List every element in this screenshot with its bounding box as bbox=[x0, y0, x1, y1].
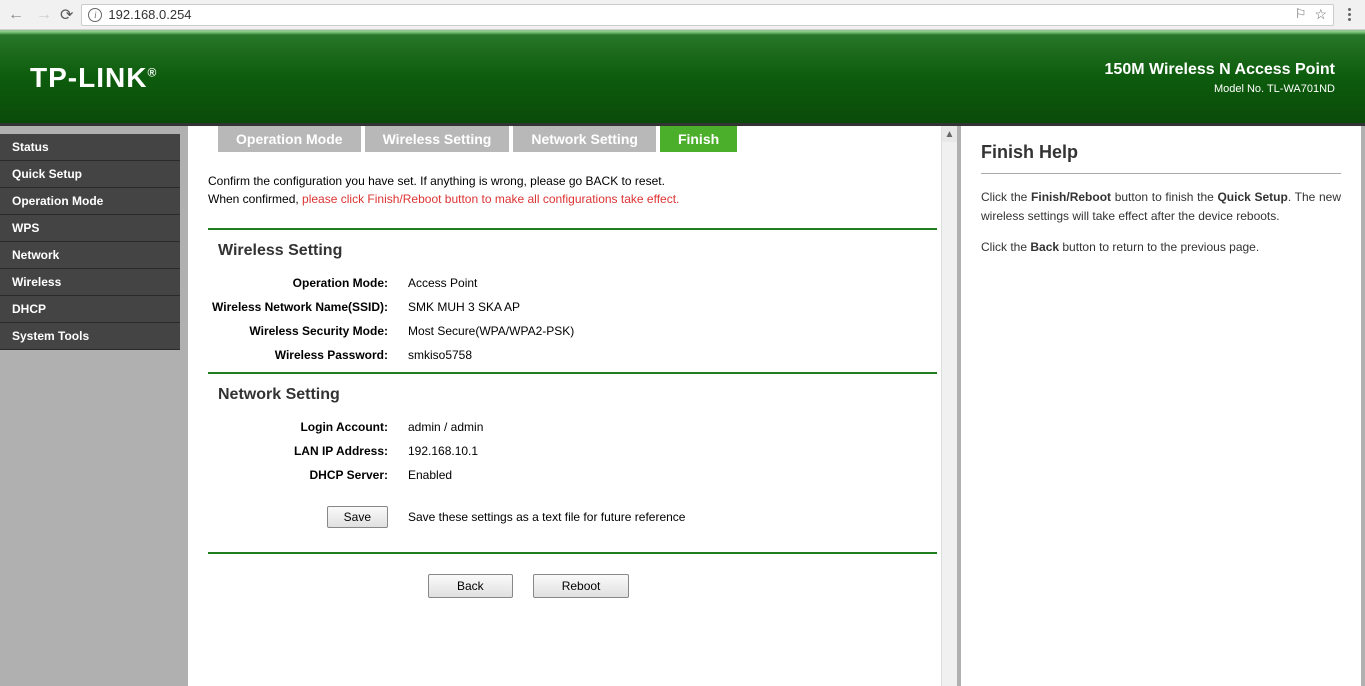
value-ssid: SMK MUH 3 SKA AP bbox=[408, 300, 937, 314]
save-description: Save these settings as a text file for f… bbox=[408, 510, 685, 524]
help-panel: Finish Help Click the Finish/Reboot butt… bbox=[961, 126, 1361, 686]
sidebar-item-system-tools[interactable]: System Tools bbox=[0, 323, 180, 350]
scrollbar[interactable]: ▲ bbox=[941, 126, 957, 686]
label-ssid: Wireless Network Name(SSID): bbox=[208, 300, 408, 314]
value-wireless-password: smkiso5758 bbox=[408, 348, 937, 362]
reload-icon[interactable]: ⟳ bbox=[60, 5, 73, 25]
wizard-tabs: Operation Mode Wireless Setting Network … bbox=[218, 126, 937, 152]
info-icon[interactable]: i bbox=[88, 8, 102, 22]
tab-operation-mode[interactable]: Operation Mode bbox=[218, 126, 361, 152]
sidebar-item-operation-mode[interactable]: Operation Mode bbox=[0, 188, 180, 215]
sidebar-item-quick-setup[interactable]: Quick Setup bbox=[0, 161, 180, 188]
network-section-title: Network Setting bbox=[218, 386, 937, 404]
product-name: 150M Wireless N Access Point bbox=[1105, 61, 1335, 79]
sidebar-item-dhcp[interactable]: DHCP bbox=[0, 296, 180, 323]
divider bbox=[208, 552, 937, 554]
save-button[interactable]: Save bbox=[327, 506, 388, 528]
label-dhcp-server: DHCP Server: bbox=[208, 468, 408, 482]
tab-network-setting[interactable]: Network Setting bbox=[513, 126, 656, 152]
value-login-account: admin / admin bbox=[408, 420, 937, 434]
wireless-section-title: Wireless Setting bbox=[218, 242, 937, 260]
label-login-account: Login Account: bbox=[208, 420, 408, 434]
reboot-button[interactable]: Reboot bbox=[533, 574, 630, 598]
menu-dots-icon[interactable] bbox=[1342, 8, 1357, 21]
scroll-up-icon[interactable]: ▲ bbox=[942, 126, 957, 142]
value-operation-mode: Access Point bbox=[408, 276, 937, 290]
value-lan-ip: 192.168.10.1 bbox=[408, 444, 937, 458]
intro-line1: Confirm the configuration you have set. … bbox=[208, 172, 937, 190]
label-wireless-password: Wireless Password: bbox=[208, 348, 408, 362]
sidebar: Status Quick Setup Operation Mode WPS Ne… bbox=[0, 126, 180, 686]
intro-text: Confirm the configuration you have set. … bbox=[208, 172, 937, 208]
main-content: Operation Mode Wireless Setting Network … bbox=[188, 126, 957, 686]
help-title: Finish Help bbox=[981, 142, 1341, 174]
label-operation-mode: Operation Mode: bbox=[208, 276, 408, 290]
model-number: Model No. TL-WA701ND bbox=[1105, 83, 1335, 95]
star-icon[interactable]: ☆ bbox=[1314, 6, 1327, 23]
divider bbox=[208, 228, 937, 230]
sidebar-item-network[interactable]: Network bbox=[0, 242, 180, 269]
intro-warning: please click Finish/Reboot button to mak… bbox=[302, 192, 679, 206]
sidebar-item-status[interactable]: Status bbox=[0, 134, 180, 161]
tab-finish[interactable]: Finish bbox=[660, 126, 737, 152]
url-bar[interactable]: i 192.168.0.254 ⚐ ☆ bbox=[81, 4, 1334, 26]
back-arrow-icon[interactable]: ← bbox=[8, 6, 24, 24]
help-paragraph-1: Click the Finish/Reboot button to finish… bbox=[981, 188, 1341, 226]
header-banner: TP-LINK® 150M Wireless N Access Point Mo… bbox=[0, 30, 1365, 126]
value-dhcp-server: Enabled bbox=[408, 468, 937, 482]
url-text: 192.168.0.254 bbox=[108, 7, 191, 22]
tab-wireless-setting[interactable]: Wireless Setting bbox=[365, 126, 510, 152]
label-security-mode: Wireless Security Mode: bbox=[208, 324, 408, 338]
forward-arrow-icon[interactable]: → bbox=[36, 6, 52, 24]
value-security-mode: Most Secure(WPA/WPA2-PSK) bbox=[408, 324, 937, 338]
help-paragraph-2: Click the Back button to return to the p… bbox=[981, 238, 1341, 257]
translate-icon[interactable]: ⚐ bbox=[1295, 6, 1307, 23]
sidebar-item-wireless[interactable]: Wireless bbox=[0, 269, 180, 296]
sidebar-item-wps[interactable]: WPS bbox=[0, 215, 180, 242]
browser-toolbar: ← → ⟳ i 192.168.0.254 ⚐ ☆ bbox=[0, 0, 1365, 30]
divider bbox=[208, 372, 937, 374]
back-button[interactable]: Back bbox=[428, 574, 513, 598]
label-lan-ip: LAN IP Address: bbox=[208, 444, 408, 458]
logo: TP-LINK® bbox=[30, 62, 157, 94]
